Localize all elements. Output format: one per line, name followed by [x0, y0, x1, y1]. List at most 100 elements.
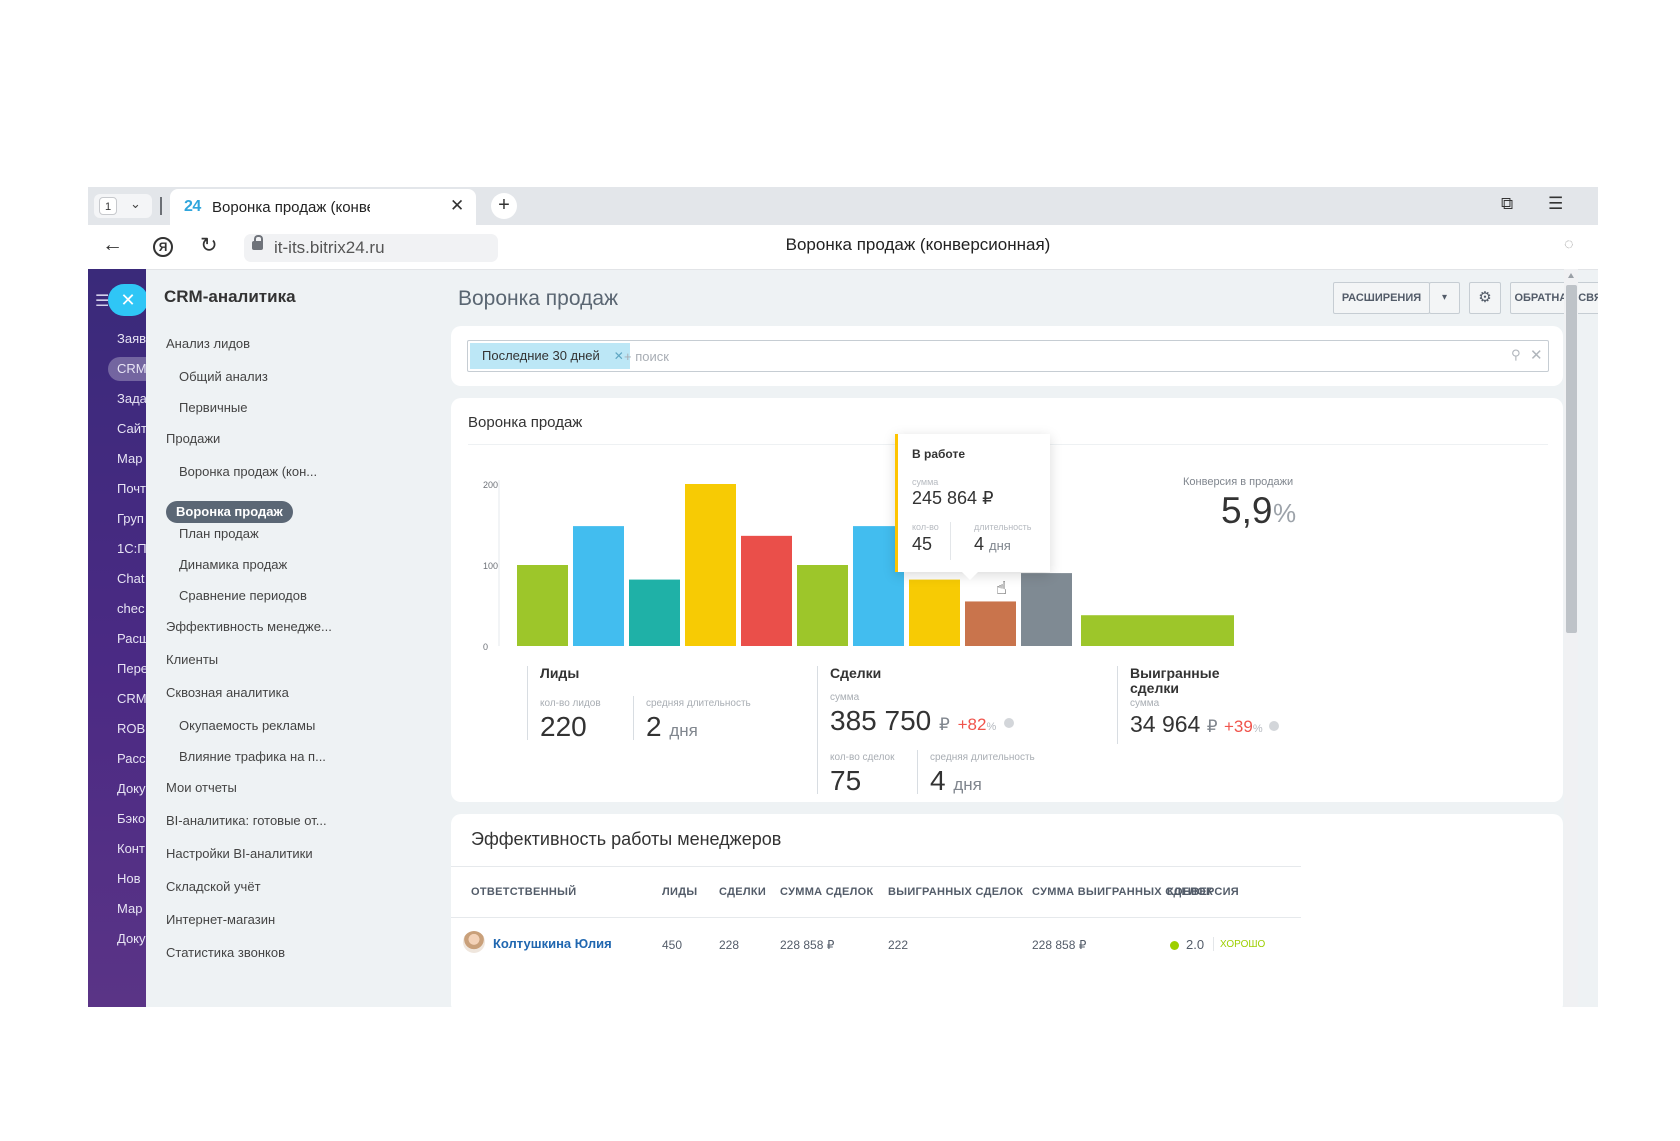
- deals-sum-value: 385 750: [830, 705, 932, 736]
- sidebar-item[interactable]: Анализ лидов: [166, 336, 250, 351]
- new-tab-button[interactable]: +: [491, 193, 517, 219]
- sidebar-item[interactable]: Динамика продаж: [179, 557, 287, 572]
- deals-cell[interactable]: 228: [719, 938, 739, 952]
- left-menu-item[interactable]: 1С:П: [117, 541, 146, 556]
- menu-icon[interactable]: ☰: [1548, 194, 1563, 214]
- help-icon[interactable]: [1004, 717, 1015, 728]
- left-menu-item[interactable]: Бэко: [117, 811, 146, 826]
- won-delta-pct: %: [1252, 723, 1263, 735]
- tab-separator: [160, 197, 162, 215]
- sidebar-item[interactable]: BI-аналитика: готовые от...: [166, 813, 327, 828]
- manager-name-link[interactable]: Колтушкина Юлия: [493, 936, 612, 951]
- filter-chip[interactable]: Последние 30 дней ✕: [470, 343, 630, 369]
- chevron-down-icon: ⌄: [130, 196, 141, 211]
- tooltip-duration-value: 4: [974, 534, 985, 554]
- lock-icon: [252, 235, 263, 250]
- column-header[interactable]: ВЫИГРАННЫХ СДЕЛОК: [888, 886, 1023, 898]
- extensions-button[interactable]: РАСШИРЕНИЯ: [1333, 282, 1430, 314]
- left-menu-item[interactable]: ROB: [117, 721, 146, 736]
- sidebar-item-active[interactable]: Воронка продаж: [166, 501, 293, 523]
- sidebar-item[interactable]: Складской учёт: [166, 879, 261, 894]
- chart-bar: [1021, 573, 1072, 646]
- sidebar-item[interactable]: Воронка продаж (кон...: [179, 464, 317, 479]
- filter-search-field[interactable]: Последние 30 дней ✕ + поиск ⚲ ✕: [467, 340, 1549, 372]
- sidebar-item[interactable]: Мои отчеты: [166, 780, 237, 795]
- sidebar-item[interactable]: План продаж: [179, 526, 259, 541]
- left-menu-item[interactable]: Сайт: [117, 421, 146, 436]
- column-header[interactable]: КОНВЕРСИЯ: [1167, 886, 1239, 898]
- reload-icon[interactable]: ↻: [200, 233, 218, 258]
- sidebar-item[interactable]: Эффективность менедже...: [166, 619, 332, 634]
- left-menu-item[interactable]: Заяв: [117, 331, 146, 346]
- sidebar-item[interactable]: Интернет-магазин: [166, 912, 275, 927]
- left-menu-item[interactable]: Мар: [117, 901, 146, 916]
- sidebar-item[interactable]: Продажи: [166, 431, 220, 446]
- deals-delta: +82: [957, 715, 987, 734]
- column-header[interactable]: ОТВЕТСТВЕННЫЙ: [471, 886, 576, 898]
- feedback-button[interactable]: ОБРАТНАЯ СВЯЗЬ: [1510, 282, 1598, 314]
- close-tab-icon[interactable]: ✕: [450, 196, 464, 216]
- left-menu-item[interactable]: CRM: [117, 691, 146, 706]
- help-icon[interactable]: [1268, 720, 1279, 731]
- search-icon[interactable]: ⚲: [1511, 347, 1521, 363]
- column-header[interactable]: СДЕЛКИ: [719, 886, 766, 898]
- sidebar-item[interactable]: Настройки BI-аналитики: [166, 846, 313, 861]
- clear-icon[interactable]: ✕: [1530, 346, 1543, 364]
- left-menu-item[interactable]: CRM: [117, 361, 146, 376]
- deals-sum: 385 750 ₽ +82%: [830, 705, 1015, 737]
- column-header[interactable]: СУММА СДЕЛОК: [780, 886, 874, 898]
- address-bar: ← Я ↻ it-its.bitrix24.ru Воронка продаж …: [88, 225, 1598, 270]
- won-sum-label: сумма: [1130, 698, 1160, 709]
- divider: [817, 666, 818, 794]
- scroll-up-arrow-icon[interactable]: [1568, 273, 1574, 278]
- left-menu-item[interactable]: Доку: [117, 781, 146, 796]
- sidebar-item[interactable]: Статистика звонков: [166, 945, 285, 960]
- chip-close-icon[interactable]: ✕: [614, 343, 624, 369]
- scrollbar-thumb[interactable]: [1566, 285, 1577, 633]
- left-menu-item[interactable]: Доку: [117, 931, 146, 946]
- gear-icon[interactable]: ⚙: [1469, 282, 1501, 314]
- divider: [917, 750, 918, 794]
- left-menu-item[interactable]: Мар: [117, 451, 146, 466]
- won-deals-cell[interactable]: 222: [888, 938, 908, 952]
- divider: [1213, 937, 1214, 951]
- tooltip-duration-label: длительность: [974, 522, 1032, 532]
- sidebar-item[interactable]: Влияние трафика на п...: [179, 749, 326, 764]
- left-menu-item[interactable]: Зада: [117, 391, 146, 406]
- page-scrollbar[interactable]: [1564, 269, 1578, 1007]
- leads-cell[interactable]: 450: [662, 938, 682, 952]
- left-menu-item[interactable]: Почт: [117, 481, 146, 496]
- sidebar-item[interactable]: Клиенты: [166, 652, 218, 667]
- chat-bubble-icon[interactable]: ◌: [1564, 236, 1574, 254]
- left-menu-item[interactable]: Расш: [117, 631, 146, 646]
- back-arrow-icon[interactable]: ←: [102, 233, 123, 257]
- yandex-icon[interactable]: Я: [153, 237, 173, 257]
- left-menu-item[interactable]: Расс: [117, 751, 146, 766]
- close-menu-button[interactable]: ✕: [108, 284, 146, 316]
- extensions-dropdown-button[interactable]: ▾: [1429, 282, 1460, 314]
- sidebar-item[interactable]: Окупаемость рекламы: [179, 718, 315, 733]
- won-currency: ₽: [1206, 717, 1218, 736]
- left-menu-item[interactable]: Груп: [117, 511, 146, 526]
- deals-sum-label: сумма: [830, 692, 860, 703]
- tooltip-sum-label: сумма: [912, 477, 939, 487]
- url-field[interactable]: it-its.bitrix24.ru: [244, 234, 498, 262]
- sidebar-item[interactable]: Общий анализ: [179, 369, 268, 384]
- left-menu-item[interactable]: Пере: [117, 661, 146, 676]
- tab-counter-button[interactable]: 1 ⌄: [94, 194, 152, 218]
- won-delta: +39: [1223, 717, 1253, 736]
- sidebar-item[interactable]: Сравнение периодов: [179, 588, 307, 603]
- left-menu-item[interactable]: chec: [117, 601, 146, 616]
- browser-tab[interactable]: 24 Воронка продаж (конверсионная) ✕: [170, 189, 476, 225]
- sidebar-item[interactable]: Сквозная аналитика: [166, 685, 289, 700]
- left-menu-item[interactable]: Нов: [117, 871, 146, 886]
- left-menu-item[interactable]: Chat: [117, 571, 146, 586]
- sidebar-item[interactable]: Первичные: [179, 400, 248, 415]
- chart-bar: [629, 579, 680, 646]
- won-sum-cell: 228 858 ₽: [1032, 938, 1087, 952]
- deals-duration-value: 4: [930, 765, 946, 796]
- column-header[interactable]: ЛИДЫ: [662, 886, 697, 898]
- left-menu-item[interactable]: Конт: [117, 841, 146, 856]
- filter-chip-label: Последние 30 дней: [482, 348, 600, 363]
- bookmarks-icon[interactable]: ⧉: [1501, 194, 1513, 214]
